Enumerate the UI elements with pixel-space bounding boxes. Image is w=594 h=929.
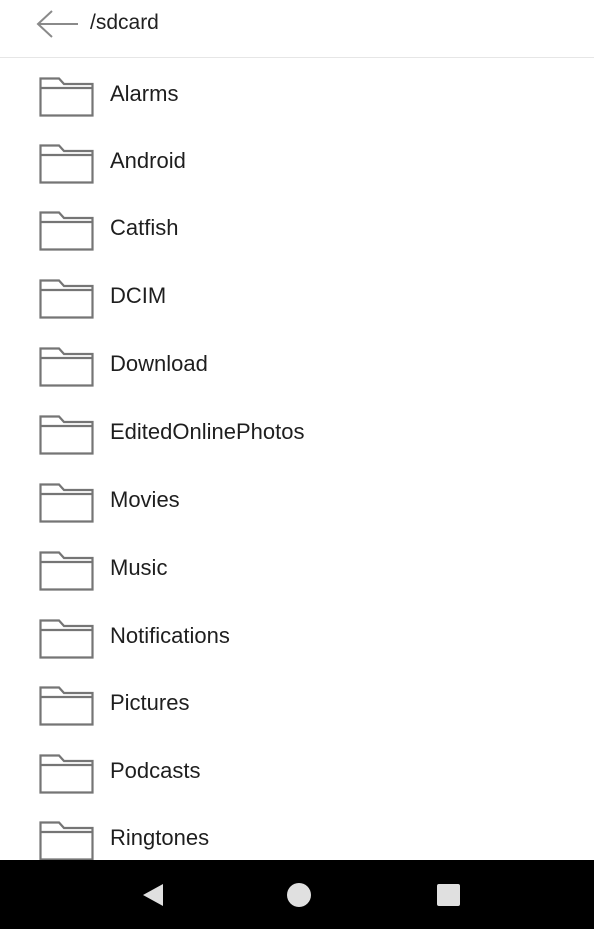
- folder-icon: [39, 144, 96, 184]
- folder-name: Movies: [110, 487, 180, 512]
- folder-icon: [39, 77, 96, 117]
- folder-name: Download: [110, 351, 208, 376]
- folder-list: Alarms Android Catfish DCIM Download EditedOn…: [0, 58, 594, 860]
- folder-icon: [39, 551, 96, 591]
- current-path: /sdcard: [90, 11, 159, 34]
- folder-name: DCIM: [110, 283, 167, 308]
- nav-back-button[interactable]: [113, 860, 193, 929]
- folder-name: Pictures: [110, 690, 190, 715]
- folder-row[interactable]: Pictures: [0, 669, 594, 737]
- folder-row[interactable]: Music: [0, 534, 594, 602]
- folder-icon: [39, 279, 96, 319]
- folder-name: Notifications: [110, 623, 230, 648]
- folder-icon: [39, 821, 96, 860]
- header-bar: /sdcard: [0, 0, 594, 58]
- folder-icon: [39, 483, 96, 523]
- arrow-left-icon: [32, 6, 80, 42]
- folder-icon: [39, 619, 96, 659]
- folder-row[interactable]: Alarms: [0, 60, 594, 128]
- folder-icon: [39, 686, 96, 726]
- folder-name: Ringtones: [110, 825, 210, 850]
- folder-icon: [39, 754, 96, 794]
- folder-row[interactable]: EditedOnlinePhotos: [0, 398, 594, 466]
- folder-name: EditedOnlinePhotos: [110, 419, 305, 444]
- folder-name: Android: [110, 148, 186, 173]
- folder-row[interactable]: Movies: [0, 466, 594, 534]
- folder-icon: [39, 415, 96, 455]
- folder-row[interactable]: DCIM: [0, 262, 594, 330]
- square-recents-icon: [408, 860, 488, 929]
- folder-row[interactable]: Download: [0, 330, 594, 398]
- folder-icon: [39, 347, 96, 387]
- back-button[interactable]: [32, 6, 80, 42]
- folder-row[interactable]: Catfish: [0, 194, 594, 262]
- folder-row[interactable]: Notifications: [0, 602, 594, 670]
- folder-name: Alarms: [110, 81, 179, 106]
- folder-row[interactable]: Podcasts: [0, 737, 594, 805]
- system-nav-bar: [0, 860, 594, 929]
- folder-row[interactable]: Ringtones: [0, 804, 594, 860]
- folder-name: Podcasts: [110, 758, 201, 783]
- circle-home-icon: [259, 860, 339, 929]
- file-browser-screen: /sdcard Alarms Android Catfish DCIM Download…: [0, 0, 594, 929]
- folder-name: Music: [110, 555, 168, 580]
- nav-recents-button[interactable]: [408, 860, 488, 929]
- folder-row[interactable]: Android: [0, 127, 594, 195]
- folder-icon: [39, 211, 96, 251]
- triangle-back-icon: [113, 860, 193, 929]
- folder-name: Catfish: [110, 215, 179, 240]
- nav-home-button[interactable]: [259, 860, 339, 929]
